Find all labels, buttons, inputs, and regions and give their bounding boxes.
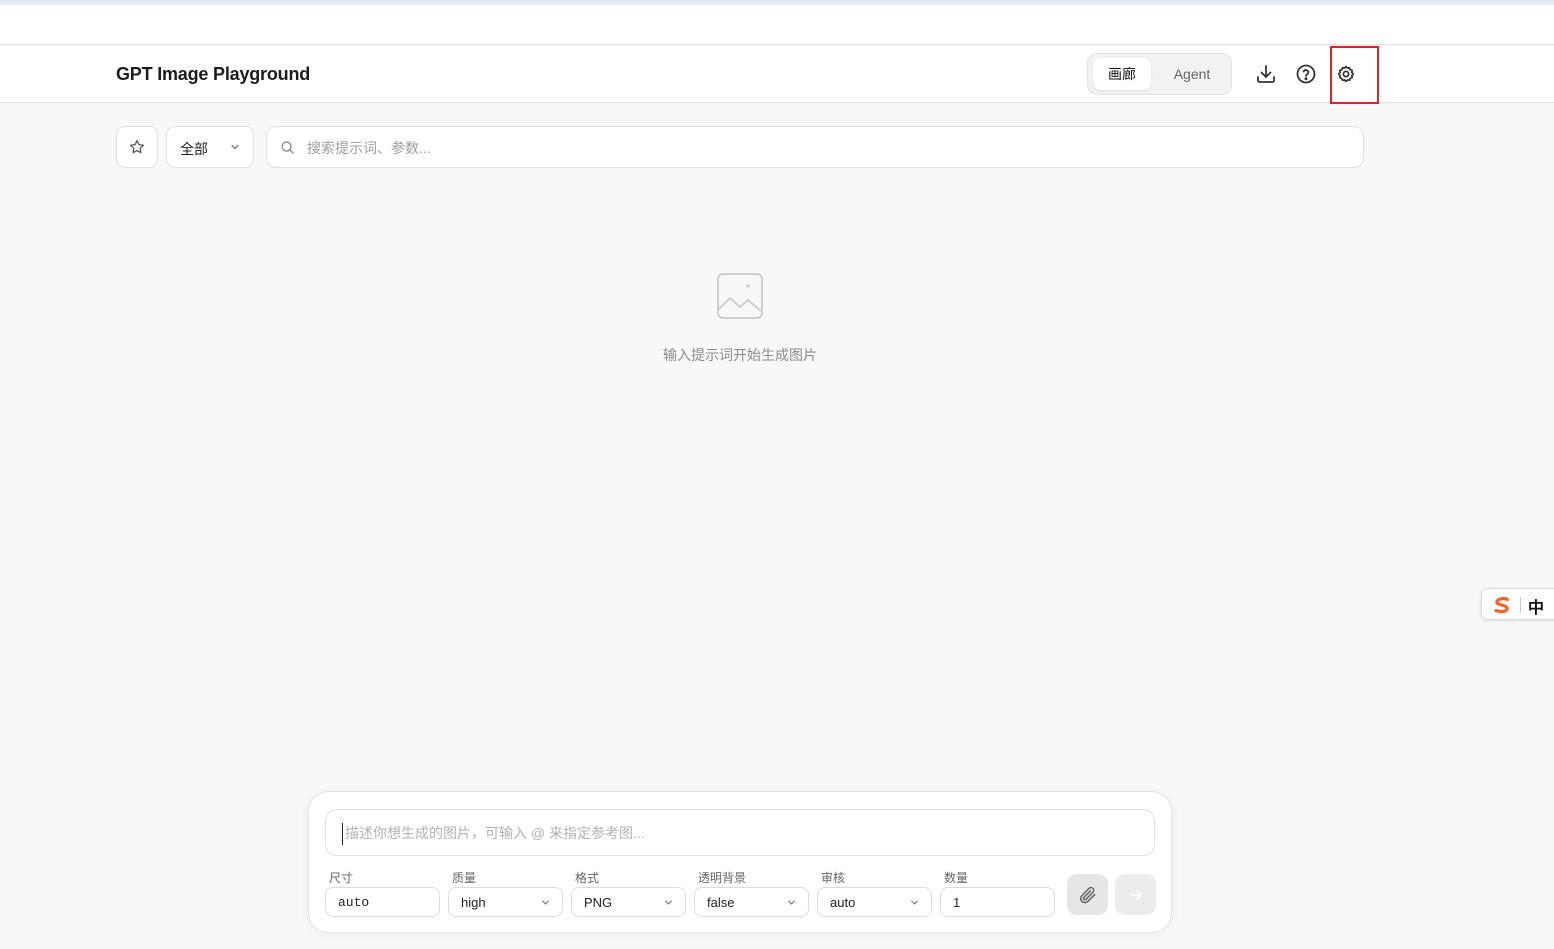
send-button[interactable] [1115,874,1156,915]
filter-bar: 全部 [0,126,1554,168]
prompt-box [325,809,1155,856]
param-format-label: 格式 [575,871,600,885]
ime-toolbar[interactable]: 中 [1481,588,1554,620]
quality-value: high [461,895,486,910]
category-select-value: 全部 [180,141,208,157]
search-input[interactable] [307,137,1347,159]
param-quality: 质量 high [448,869,563,917]
param-size: 尺寸 auto [325,869,440,917]
ime-mode-indicator[interactable]: 中 [1528,594,1544,618]
quality-select[interactable]: high [448,887,563,917]
transparent-bg-select[interactable]: false [694,887,809,917]
moderation-select[interactable]: auto [817,887,932,917]
size-input[interactable]: auto [325,887,440,917]
param-quality-label: 质量 [452,871,477,885]
param-transparent-bg-label: 透明背景 [698,871,747,885]
count-value: 1 [953,895,961,910]
view-switcher: 画廊 Agent [1087,53,1232,95]
attach-button[interactable] [1067,874,1108,915]
ime-separator [1520,597,1521,613]
chevron-down-icon [788,900,795,905]
tab-gallery[interactable]: 画廊 [1093,58,1151,90]
chevron-down-icon [665,900,672,905]
param-count-label: 数量 [944,871,969,885]
prompt-input[interactable] [342,823,1142,845]
param-count: 数量 1 [940,869,1055,917]
star-icon [129,139,145,154]
image-placeholder-icon [717,273,763,319]
settings-highlight-box [1330,46,1379,104]
search-box [266,126,1364,168]
moderation-value: auto [830,895,856,910]
app-header: GPT Image Playground 画廊 Agent [0,46,1554,104]
sogou-logo-icon [1494,596,1510,614]
tab-agent[interactable]: Agent [1158,58,1226,90]
category-select[interactable]: 全部 [166,126,254,168]
param-size-label: 尺寸 [329,871,354,885]
param-moderation-label: 审核 [821,871,846,885]
favorites-filter-button[interactable] [116,126,158,168]
paperclip-icon [1079,886,1095,903]
format-value: PNG [584,895,613,910]
param-transparent-bg: 透明背景 false [694,869,809,917]
format-select[interactable]: PNG [571,887,686,917]
top-bar [0,5,1554,45]
chevron-down-icon [542,900,549,905]
param-format: 格式 PNG [571,869,686,917]
app-title: GPT Image Playground [116,64,311,84]
arrow-right-icon [1129,889,1142,900]
search-icon [281,141,294,154]
chevron-down-icon [231,144,239,150]
count-input[interactable]: 1 [940,887,1055,917]
transparent-bg-value: false [707,895,735,910]
param-moderation: 审核 auto [817,869,932,917]
prompt-composer: 尺寸 auto 质量 high 格式 PNG 透明背景 false 审核 aut… [308,791,1172,933]
help-icon[interactable] [1294,62,1318,86]
empty-state-message: 输入提示词开始生成图片 [663,347,817,363]
size-value: auto [338,895,370,910]
chevron-down-icon [911,900,918,905]
download-icon[interactable] [1254,62,1278,86]
